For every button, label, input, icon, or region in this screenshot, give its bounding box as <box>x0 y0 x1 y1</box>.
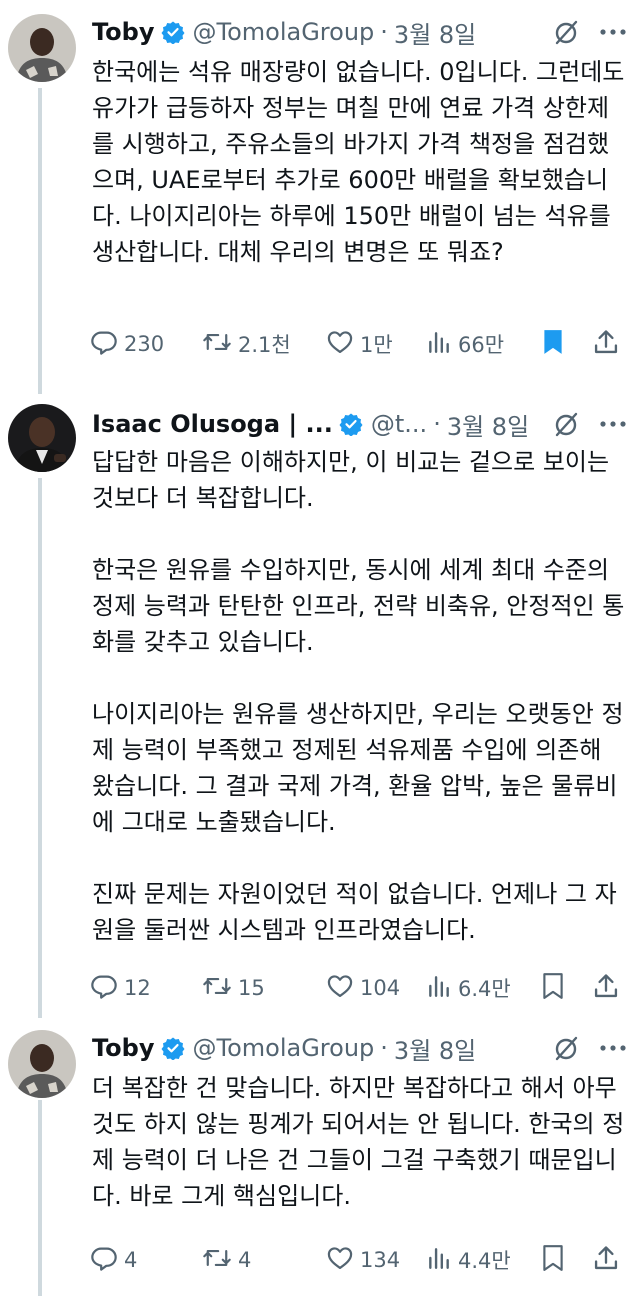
avatar[interactable] <box>8 1030 76 1098</box>
tweet-header: Toby @TomolaGroup · 3월 8일 <box>92 1028 627 1068</box>
tweet[interactable]: Toby @TomolaGroup · 3월 8일 더 복잡한 건 맞습니다. … <box>0 1016 635 1296</box>
retweet-button[interactable]: 4 <box>202 1244 326 1277</box>
tweet-date[interactable]: 3월 8일 <box>447 407 529 442</box>
tweet-date[interactable]: 3월 8일 <box>394 1031 476 1066</box>
verified-badge-icon <box>161 20 185 44</box>
reply-count: 4 <box>124 1248 138 1272</box>
tweet-actions: 12 15 104 6.4만 <box>90 968 625 1008</box>
reply-button[interactable]: 12 <box>90 972 202 1005</box>
slashed-circle-icon[interactable] <box>551 1033 581 1063</box>
reply-button[interactable]: 230 <box>90 328 202 361</box>
tweet-actions: 4 4 134 4.4만 <box>90 1240 625 1280</box>
views-count: 66만 <box>458 333 505 357</box>
heart-icon <box>326 328 354 361</box>
retweet-icon <box>202 328 232 361</box>
retweet-button[interactable]: 2.1천 <box>202 328 326 361</box>
views-count: 6.4만 <box>458 977 511 1001</box>
slashed-circle-icon[interactable] <box>551 409 581 439</box>
reply-icon <box>90 328 118 361</box>
slashed-circle-icon[interactable] <box>551 17 581 47</box>
like-button[interactable]: 134 <box>326 1244 426 1277</box>
share-icon <box>592 1244 620 1277</box>
share-icon <box>592 972 620 1005</box>
bookmark-icon <box>540 1244 566 1277</box>
retweet-icon <box>202 1244 232 1277</box>
more-icon[interactable] <box>599 1043 627 1053</box>
share-icon <box>592 328 620 361</box>
views-icon <box>426 1245 452 1276</box>
author-name[interactable]: Toby <box>92 18 155 46</box>
author-handle[interactable]: @TomolaGroup <box>193 18 375 46</box>
avatar[interactable] <box>8 404 76 472</box>
tweet-text: 답답한 마음은 이해하지만, 이 비교는 겉으로 보이는 것보다 더 복잡합니다… <box>92 448 625 944</box>
views-icon <box>426 329 452 360</box>
reply-icon <box>90 1244 118 1277</box>
bookmark-button[interactable] <box>540 1244 592 1277</box>
reply-button[interactable]: 4 <box>90 1244 202 1277</box>
reply-count: 230 <box>124 332 165 356</box>
tweet-date[interactable]: 3월 8일 <box>394 15 476 50</box>
bookmark-icon <box>540 328 566 361</box>
bookmark-button[interactable] <box>540 972 592 1005</box>
bookmark-icon <box>540 972 566 1005</box>
retweet-count: 2.1천 <box>238 333 291 357</box>
more-icon[interactable] <box>599 27 627 37</box>
separator-dot: · <box>380 1034 388 1062</box>
retweet-count: 4 <box>238 1248 252 1272</box>
retweet-button[interactable]: 15 <box>202 972 326 1005</box>
like-button[interactable]: 104 <box>326 972 426 1005</box>
reply-count: 12 <box>124 976 151 1000</box>
tweet-header: Toby @TomolaGroup · 3월 8일 <box>92 12 627 52</box>
share-button[interactable] <box>592 972 620 1005</box>
like-count: 1만 <box>360 333 393 357</box>
views-count: 4.4만 <box>458 1249 511 1273</box>
views-button[interactable]: 6.4만 <box>426 973 540 1004</box>
avatar[interactable] <box>8 14 76 82</box>
separator-dot: · <box>380 18 388 46</box>
more-icon[interactable] <box>599 419 627 429</box>
views-icon <box>426 973 452 1004</box>
tweet[interactable]: Toby @TomolaGroup · 3월 8일 한국에는 석유 매장량이 없… <box>0 0 635 380</box>
tweet-actions: 230 2.1천 1만 66만 <box>90 324 625 364</box>
author-name[interactable]: Toby <box>92 1034 155 1062</box>
tweet-header: Isaac Olusoga | ... @t... · 3월 8일 <box>92 404 627 444</box>
author-name[interactable]: Isaac Olusoga | ... <box>92 410 333 438</box>
verified-badge-icon <box>339 412 363 436</box>
like-count: 134 <box>360 1248 401 1272</box>
tweet-text: 한국에는 석유 매장량이 없습니다. 0입니다. 그런데도 유가가 급등하자 정… <box>92 58 625 266</box>
heart-icon <box>326 1244 354 1277</box>
retweet-count: 15 <box>238 976 265 1000</box>
views-button[interactable]: 4.4만 <box>426 1245 540 1276</box>
retweet-icon <box>202 972 232 1005</box>
heart-icon <box>326 972 354 1005</box>
bookmark-button[interactable] <box>540 328 592 361</box>
like-button[interactable]: 1만 <box>326 328 426 361</box>
share-button[interactable] <box>592 1244 620 1277</box>
separator-dot: · <box>433 410 441 438</box>
share-button[interactable] <box>592 328 620 361</box>
reply-icon <box>90 972 118 1005</box>
author-handle[interactable]: @t... <box>371 410 427 438</box>
tweet-text: 더 복잡한 건 맞습니다. 하지만 복잡하다고 해서 아무것도 하지 않는 핑계… <box>92 1074 625 1210</box>
like-count: 104 <box>360 976 401 1000</box>
author-handle[interactable]: @TomolaGroup <box>193 1034 375 1062</box>
verified-badge-icon <box>161 1036 185 1060</box>
views-button[interactable]: 66만 <box>426 329 540 360</box>
tweet[interactable]: Isaac Olusoga | ... @t... · 3월 8일 답답한 마음… <box>0 392 635 1012</box>
